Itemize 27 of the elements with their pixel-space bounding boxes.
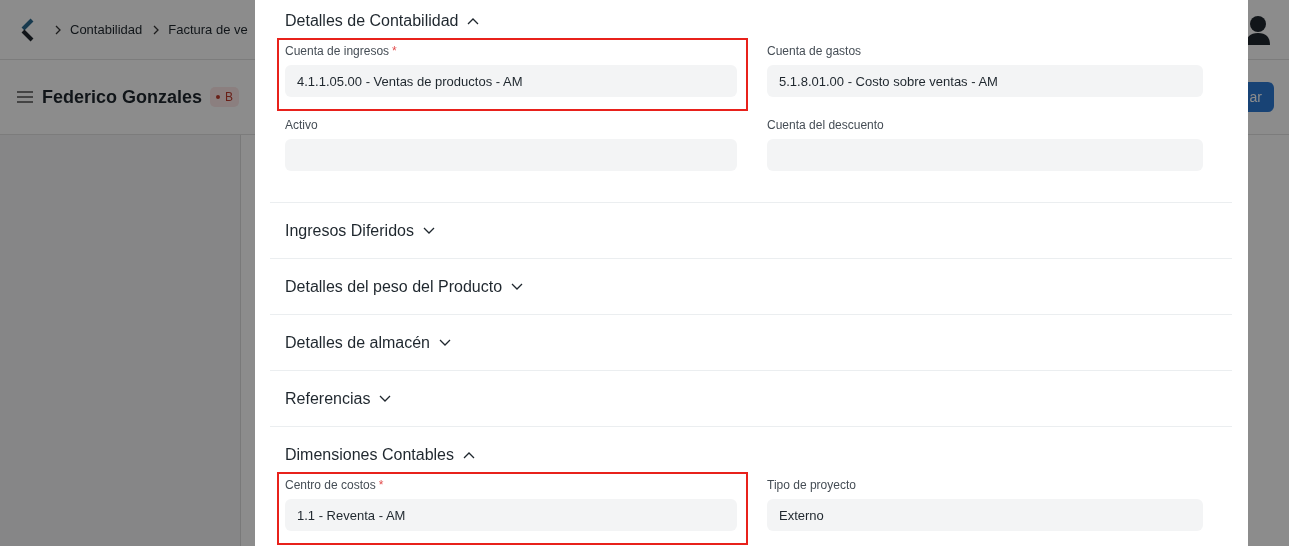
- field-label: Cuenta de gastos: [767, 44, 862, 58]
- chevron-right-icon: [54, 24, 62, 35]
- field-label: Cuenta del descuento: [767, 118, 884, 132]
- input-field[interactable]: Externo: [767, 499, 1203, 531]
- section-header[interactable]: Detalles del peso del Producto: [285, 276, 524, 298]
- chevron-right-icon: [152, 24, 161, 35]
- page-title: Federico Gonzales: [42, 86, 203, 108]
- menu-icon[interactable]: [16, 90, 34, 104]
- user-avatar-icon[interactable]: [1246, 14, 1270, 45]
- section-header[interactable]: Referencias: [285, 388, 392, 410]
- field-label: Centro de costos: [285, 478, 376, 492]
- section-header[interactable]: Ingresos Diferidos: [285, 220, 435, 242]
- logo-icon[interactable]: [20, 17, 34, 42]
- input-field[interactable]: 5.1.8.01.00 - Costo sobre ventas - AM: [767, 65, 1203, 97]
- field-label: Tipo de proyecto: [767, 478, 856, 492]
- status-badge: B: [210, 87, 240, 107]
- input-field[interactable]: 4.1.1.05.00 - Ventas de productos - AM: [285, 65, 737, 97]
- field-label: Cuenta de ingresos: [285, 44, 390, 58]
- section-header[interactable]: Detalles de almacén: [285, 332, 451, 354]
- required-mark: *: [392, 44, 397, 58]
- breadcrumb-link[interactable]: Factura de ve: [168, 22, 248, 37]
- section-header[interactable]: Dimensiones Contables: [285, 444, 475, 466]
- section-header[interactable]: Detalles de Contabilidad: [285, 10, 480, 32]
- input-field[interactable]: 1.1 - Reventa - AM: [285, 499, 737, 531]
- field-label: Activo: [285, 118, 318, 132]
- required-mark: *: [378, 478, 384, 492]
- breadcrumb-link[interactable]: Contabilidad: [70, 22, 143, 37]
